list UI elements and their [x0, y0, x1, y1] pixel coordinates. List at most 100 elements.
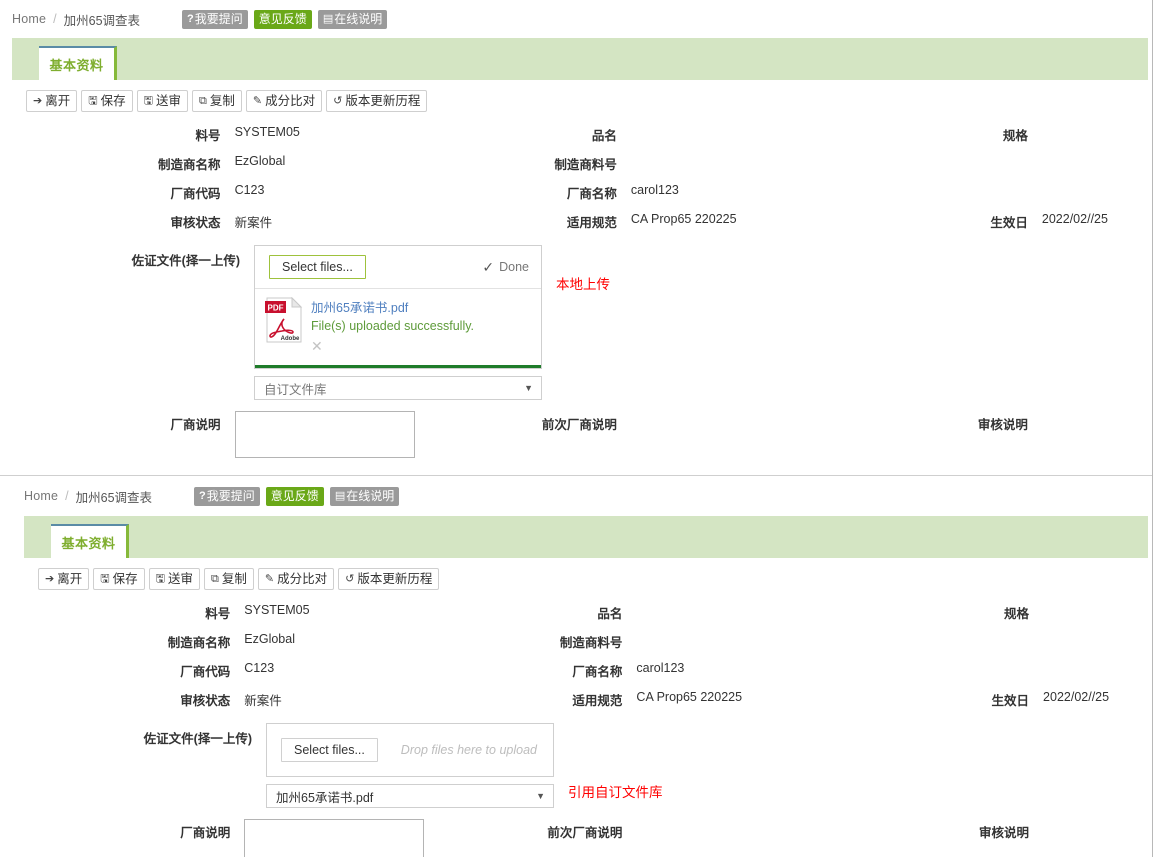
vendor-remark-textarea-bottom[interactable] — [244, 819, 425, 857]
evidence-file-label-bottom: 佐证文件(择一上传) — [143, 732, 252, 746]
field-row-evidence-file-bottom: 佐证文件(择一上传) Select files... Drop files he… — [24, 723, 1148, 808]
form-panel-bottom: 基本资料 ➔ 离开 🖫 保存 🖫 送审 ⧉ 复制 ✎ 成分比对 ↺ 版本更新历程… — [0, 516, 1163, 857]
svg-text:Adobe: Adobe — [281, 336, 300, 342]
exit-button[interactable]: ➔ 离开 — [26, 90, 78, 112]
field-row-part-no: 料号 SYSTEM05 品名 规格 — [12, 120, 1148, 149]
version-history-button-2[interactable]: ↺ 版本更新历程 — [338, 568, 440, 590]
applicable-standard-label-2: 适用规范 — [572, 694, 623, 708]
online-help-button[interactable]: ▤ 在线说明 — [317, 9, 388, 29]
uploaded-file-list: PDF Adobe 加州65承诺书.pdf File(s) uploaded s… — [255, 289, 541, 368]
book-icon: ▤ — [322, 12, 334, 25]
history-icon-2: ↺ — [345, 572, 355, 585]
exit-button-2[interactable]: ➔ 离开 — [38, 568, 90, 590]
select-files-button-bottom[interactable]: Select files... — [281, 738, 378, 762]
manufacturer-part-no-value-2 — [622, 627, 929, 632]
compare-icon-2: ✎ — [264, 572, 275, 585]
composition-compare-button[interactable]: ✎ 成分比对 — [245, 90, 323, 112]
question-mark-icon: ? — [187, 12, 194, 25]
field-row-review-status-2: 审核状态 新案件 适用规范 CA Prop65 220225 生效日 2022/… — [24, 685, 1148, 714]
tab-basic-info-top[interactable]: 基本资料 — [39, 46, 117, 80]
upload-widget-top: Select files... ✓ Done PDF Adobe 加州65承诺书… — [254, 245, 542, 400]
previous-vendor-remark-value-bottom — [622, 817, 929, 822]
previous-vendor-remark-label-bottom: 前次厂商说明 — [547, 826, 623, 840]
part-no-label: 料号 — [195, 129, 221, 143]
save-button[interactable]: 🖫 保存 — [81, 90, 133, 112]
breadcrumb-home-link-2[interactable]: Home — [24, 489, 58, 503]
exit-icon-2: ➔ — [45, 572, 55, 585]
row-gap-top — [12, 236, 1148, 245]
ask-question-button-2[interactable]: ? 我要提问 — [194, 486, 260, 506]
composition-compare-label: 成分比对 — [265, 93, 316, 108]
online-help-button-2[interactable]: ▤ 在线说明 — [329, 486, 400, 506]
upload-status-label: Done — [499, 260, 529, 274]
spacer-label-1 — [927, 149, 1028, 154]
field-row-vendor: 厂商代码 C123 厂商名称 carol123 — [12, 178, 1148, 207]
feedback-button[interactable]: 意见反馈 — [253, 9, 312, 29]
breadcrumb-home-link[interactable]: Home — [12, 12, 46, 26]
product-name-label: 品名 — [591, 129, 617, 143]
file-uploader-bottom: Select files... Drop files here to uploa… — [266, 723, 554, 777]
book-icon-2: ▤ — [334, 489, 346, 502]
manufacturer-name-label-2: 制造商名称 — [167, 636, 231, 650]
custom-library-select-bottom[interactable]: 加州65承诺书.pdf ▼ — [266, 784, 554, 808]
copy-button[interactable]: ⧉ 复制 — [192, 90, 242, 112]
chevron-down-icon: ▼ — [524, 383, 533, 393]
online-help-label: 在线说明 — [334, 12, 383, 26]
save-button-2[interactable]: 🖫 保存 — [93, 568, 145, 590]
part-no-value: SYSTEM05 — [234, 125, 300, 139]
version-history-button[interactable]: ↺ 版本更新历程 — [326, 90, 428, 112]
manufacturer-name-value-2: EzGlobal — [244, 632, 295, 646]
uploaded-file-status: File(s) uploaded successfully. — [311, 319, 475, 333]
check-icon: ✓ — [482, 258, 495, 275]
vendor-remark-textarea-top[interactable] — [234, 411, 415, 458]
submit-review-button[interactable]: 🖫 送审 — [136, 90, 189, 112]
vendor-name-value: carol123 — [630, 183, 679, 197]
uploaded-file-item: PDF Adobe 加州65承诺书.pdf File(s) uploaded s… — [265, 296, 531, 356]
spec-value — [1028, 120, 1148, 125]
custom-library-select-value-top: 自订文件库 — [264, 382, 327, 397]
field-row-vendor-2: 厂商代码 C123 厂商名称 carol123 — [24, 656, 1148, 685]
review-status-label: 审核状态 — [170, 216, 221, 230]
uploader-toolbar-bottom: Select files... Drop files here to uploa… — [267, 724, 553, 776]
vendor-code-value-2: C123 — [244, 661, 275, 675]
remove-file-icon[interactable]: ✕ — [311, 338, 323, 355]
uploaded-file-name[interactable]: 加州65承诺书.pdf — [311, 301, 408, 315]
form-panel-top: 基本资料 ➔ 离开 🖫 保存 🖫 送审 ⧉ 复制 ✎ 成分比对 ↺ 版本更新历程… — [0, 38, 1163, 475]
ask-question-button[interactable]: ? 我要提问 — [182, 9, 248, 29]
applicable-standard-label: 适用规范 — [566, 216, 617, 230]
manufacturer-part-no-value — [617, 149, 927, 154]
composition-compare-button-2[interactable]: ✎ 成分比对 — [257, 568, 335, 590]
applicable-standard-value: CA Prop65 220225 — [630, 212, 737, 226]
exit-label-2: 离开 — [57, 571, 83, 586]
spacer-value-2 — [1028, 178, 1148, 183]
history-icon: ↺ — [333, 94, 343, 107]
feedback-label: 意见反馈 — [258, 12, 307, 26]
upload-widget-bottom: Select files... Drop files here to uploa… — [266, 723, 554, 808]
breadcrumb-bar-top: Home / 加州65调查表 ? 我要提问 意见反馈 ▤ 在线说明 — [0, 0, 1163, 38]
manufacturer-part-no-label: 制造商料号 — [554, 158, 617, 172]
field-row-remarks-bottom: 厂商说明 前次厂商说明 审核说明 — [24, 817, 1148, 857]
copy-button-2[interactable]: ⧉ 复制 — [204, 568, 254, 590]
submit-review-button-2[interactable]: 🖫 送审 — [148, 568, 201, 590]
pdf-file-icon: PDF Adobe — [265, 296, 303, 343]
select-files-button-top[interactable]: Select files... — [269, 255, 366, 279]
file-uploader-top: Select files... ✓ Done PDF Adobe 加州65承诺书… — [254, 245, 542, 369]
version-history-label: 版本更新历程 — [345, 93, 421, 108]
row-gap-top-2 — [12, 400, 1148, 409]
review-remark-label-bottom: 审核说明 — [979, 826, 1030, 840]
feedback-button-2[interactable]: 意见反馈 — [265, 486, 324, 506]
tab-basic-info-bottom[interactable]: 基本资料 — [51, 524, 129, 558]
effective-date-value: 2022/02//25 — [1041, 212, 1108, 226]
custom-library-select-top[interactable]: 自订文件库 ▼ — [254, 376, 542, 400]
spacer-label-4 — [930, 656, 1030, 661]
vendor-code-label: 厂商代码 — [170, 187, 221, 201]
save-label: 保存 — [100, 93, 126, 108]
breadcrumb-current-page-2: 加州65调查表 — [75, 490, 153, 505]
applicable-standard-value-2: CA Prop65 220225 — [636, 690, 743, 704]
spec-value-2 — [1029, 598, 1148, 603]
product-name-label-2: 品名 — [597, 607, 623, 621]
scrollbar-gutter[interactable] — [1153, 0, 1163, 857]
part-no-label-2: 料号 — [205, 607, 231, 621]
breadcrumb-action-buttons: ? 我要提问 意见反馈 ▤ 在线说明 — [182, 9, 388, 29]
breadcrumb-separator: / — [53, 12, 57, 26]
